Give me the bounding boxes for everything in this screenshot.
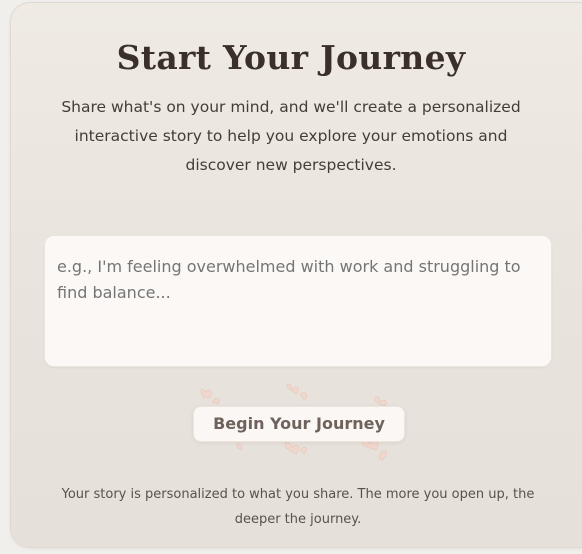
begin-journey-button[interactable]: Begin Your Journey <box>193 406 405 442</box>
page-subtitle: Share what's on your mind, and we'll cre… <box>61 98 521 174</box>
page-title: Start Your Journey <box>116 38 466 77</box>
journal-textarea[interactable] <box>44 235 552 367</box>
footer-note: Your story is personalized to what you s… <box>61 487 535 527</box>
